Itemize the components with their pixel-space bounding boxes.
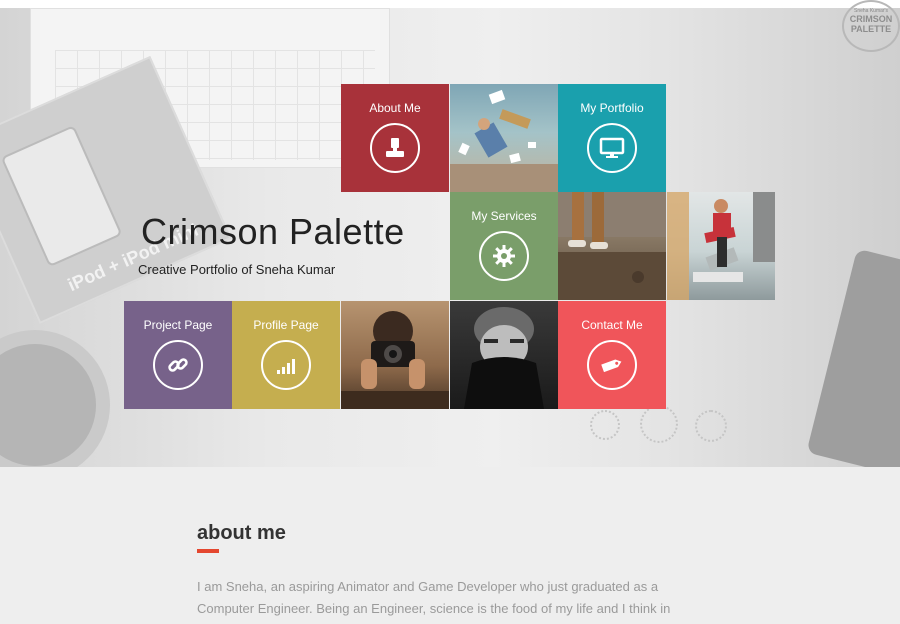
tile-project-page[interactable]: Project Page (124, 301, 232, 409)
about-text-line-2: Computer Engineer. Being an Engineer, sc… (197, 601, 671, 616)
user-icon (370, 123, 420, 173)
photo-jumping-man (450, 84, 558, 192)
tile-about-me-label: About Me (369, 101, 421, 115)
tile-my-portfolio-label: My Portfolio (580, 101, 644, 115)
tile-contact-me[interactable]: Contact Me (558, 301, 666, 409)
tile-my-services-label: My Services (471, 209, 537, 223)
tile-my-portfolio[interactable]: My Portfolio (558, 84, 666, 192)
link-icon (153, 340, 203, 390)
site-title: Crimson Palette (141, 211, 405, 252)
hero-section: iPod + iPod mini Sneha Kumar's CRIMSON P… (0, 0, 900, 467)
photo-kicking-man (667, 192, 775, 300)
dotted-circle-decor (695, 410, 727, 442)
heading-underline (197, 549, 219, 553)
dotted-circle-decor (590, 410, 620, 440)
tile-about-me[interactable]: About Me (341, 84, 449, 192)
about-section: about me I am Sneha, an aspiring Animato… (0, 467, 900, 624)
about-heading: about me (197, 522, 286, 544)
site-logo[interactable]: Sneha Kumar's CRIMSON PALETTE (842, 0, 900, 52)
photo-camera-person (341, 301, 449, 409)
logo-line-2: PALETTE (850, 24, 892, 34)
tile-project-page-label: Project Page (143, 318, 213, 332)
tag-icon (587, 340, 637, 390)
chart-icon (261, 340, 311, 390)
dotted-circle-decor (640, 405, 678, 443)
tablet-decor (806, 248, 900, 467)
top-strip (0, 0, 900, 8)
photo-masked-face (450, 301, 558, 409)
tile-profile-page-label: Profile Page (253, 318, 319, 332)
monitor-icon (587, 123, 637, 173)
gear-icon (479, 231, 529, 281)
logo-line-1: CRIMSON (849, 14, 893, 24)
tile-profile-page[interactable]: Profile Page (232, 301, 340, 409)
tile-my-services[interactable]: My Services (450, 192, 558, 300)
cup-decor (0, 330, 110, 467)
tile-contact-me-label: Contact Me (581, 318, 643, 332)
ipod-screen-decor (0, 125, 123, 268)
photo-legs-ground (558, 192, 666, 300)
about-text-line-1: I am Sneha, an aspiring Animator and Gam… (197, 579, 659, 594)
about-paragraph: I am Sneha, an aspiring Animator and Gam… (197, 576, 697, 620)
site-subtitle: Creative Portfolio of Sneha Kumar (138, 262, 336, 277)
